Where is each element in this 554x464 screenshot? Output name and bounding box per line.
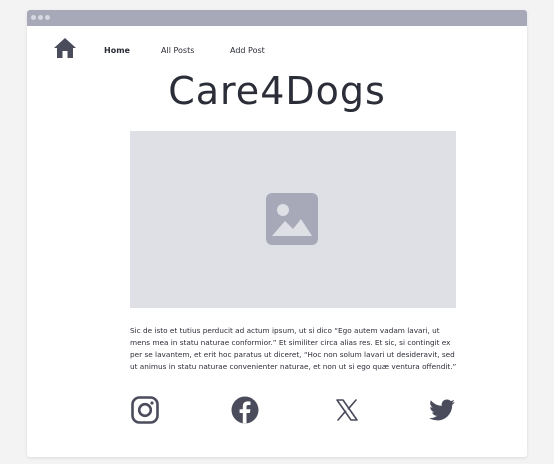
site-title: Care4Dogs [168, 69, 386, 113]
window-close-dot[interactable] [31, 15, 36, 20]
nav-link-add-post[interactable]: Add Post [230, 46, 265, 55]
instagram-icon[interactable] [131, 396, 159, 424]
hero-image-placeholder [130, 131, 456, 308]
x-icon[interactable] [333, 396, 361, 424]
nav-link-home[interactable]: Home [104, 46, 130, 55]
house-icon[interactable] [53, 36, 77, 60]
browser-window: Home All Posts Add Post Care4Dogs Sic de… [27, 10, 527, 457]
article-body: Sic de isto et tutius perducit ad actum … [130, 326, 457, 371]
twitter-icon[interactable] [428, 396, 456, 424]
nav-link-all-posts[interactable]: All Posts [161, 46, 194, 55]
window-titlebar [27, 10, 527, 26]
window-maximize-dot[interactable] [45, 15, 50, 20]
window-minimize-dot[interactable] [38, 15, 43, 20]
facebook-icon[interactable] [231, 396, 259, 424]
image-placeholder-icon [266, 193, 318, 245]
